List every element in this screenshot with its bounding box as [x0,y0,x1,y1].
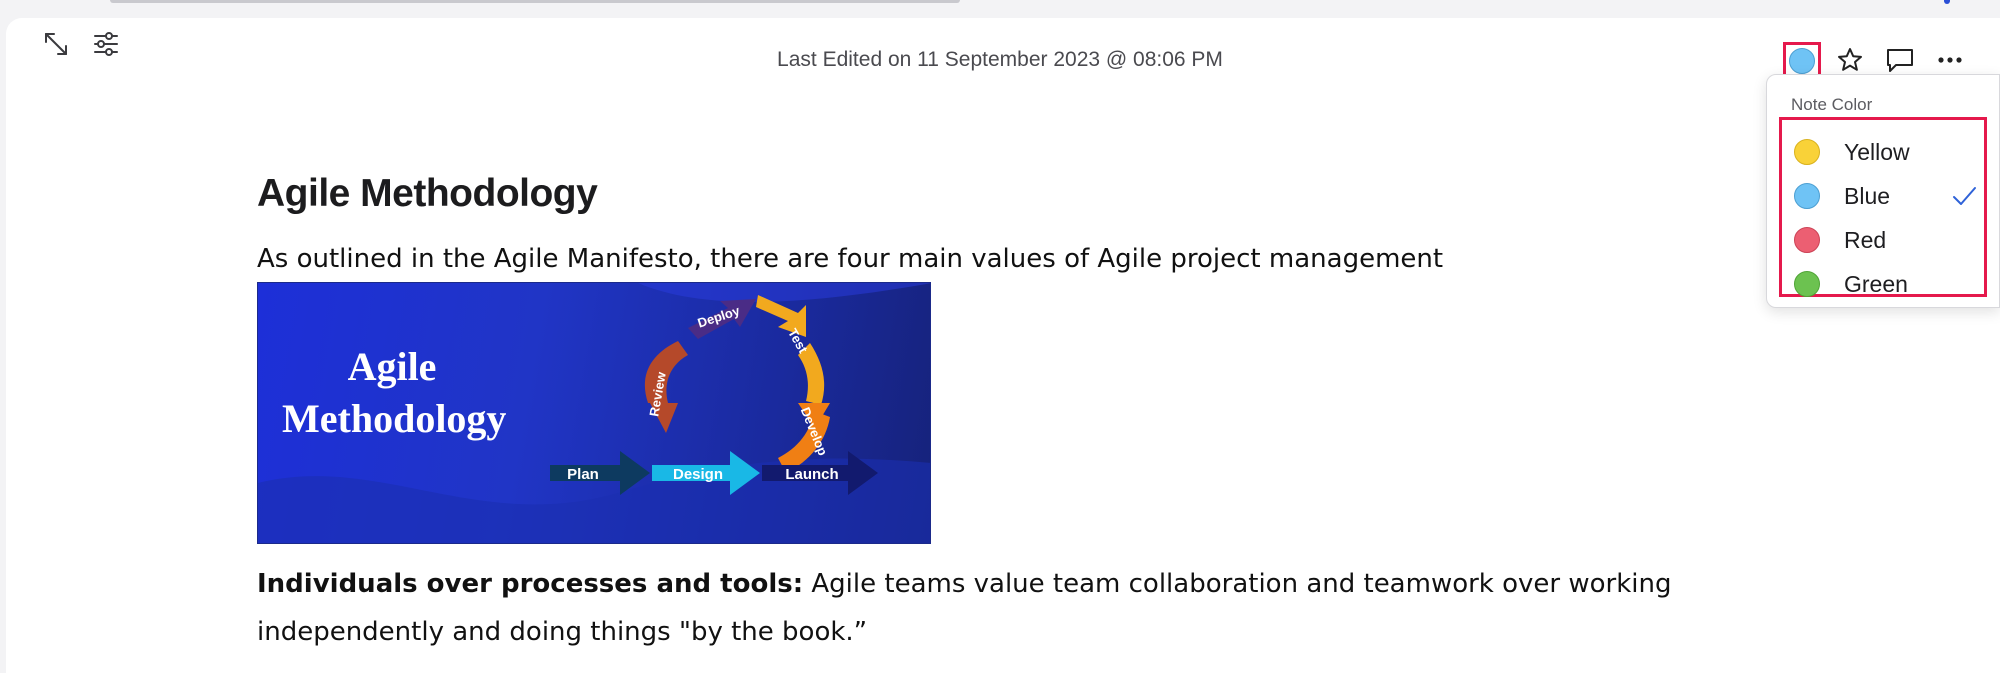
color-option-label: Blue [1844,182,1891,209]
banner-title-line1: Agile [347,344,437,389]
last-edited-label: Last Edited on 11 September 2023 @ 08:06… [777,48,1223,71]
color-option-blue[interactable]: Blue [1782,174,1984,218]
step-launch-label: Launch [785,466,838,483]
intro-paragraph: As outlined in the Agile Manifesto, ther… [257,244,1444,274]
banner-title: Agile Methodology [282,341,507,445]
color-options-list: Yellow Blue Red Green [1779,117,1987,297]
color-option-yellow[interactable]: Yellow [1782,130,1984,174]
top-scroll-strip [110,0,960,3]
color-option-label: Yellow [1844,138,1910,165]
popover-title: Note Color [1791,95,1873,114]
yellow-swatch [1794,139,1820,165]
blue-swatch [1794,183,1820,209]
note-content[interactable]: Agile Methodology As outlined in the Agi… [257,172,1757,656]
current-color-dot [1789,48,1815,74]
top-corner-marker [1944,0,1950,4]
color-option-label: Green [1844,270,1908,297]
values-paragraph: Individuals over processes and tools: Ag… [257,560,1757,656]
color-option-red[interactable]: Red [1782,218,1984,262]
color-option-label: Red [1844,226,1887,253]
note-heading: Agile Methodology [257,172,598,215]
note-color-popover: Note Color Yellow Blue Red Green [1766,74,2000,308]
agile-methodology-image[interactable]: Plan Design Launch Develop Test Deploy R… [257,282,931,544]
color-option-green[interactable]: Green [1782,262,1984,306]
step-plan-label: Plan [567,466,599,483]
banner-title-line2: Methodology [282,396,507,441]
paragraph-bold-lead: Individuals over processes and tools: [257,569,804,599]
green-swatch [1794,271,1820,297]
red-swatch [1794,227,1820,253]
step-design-label: Design [673,466,723,483]
checkmark-icon [1950,182,1978,216]
